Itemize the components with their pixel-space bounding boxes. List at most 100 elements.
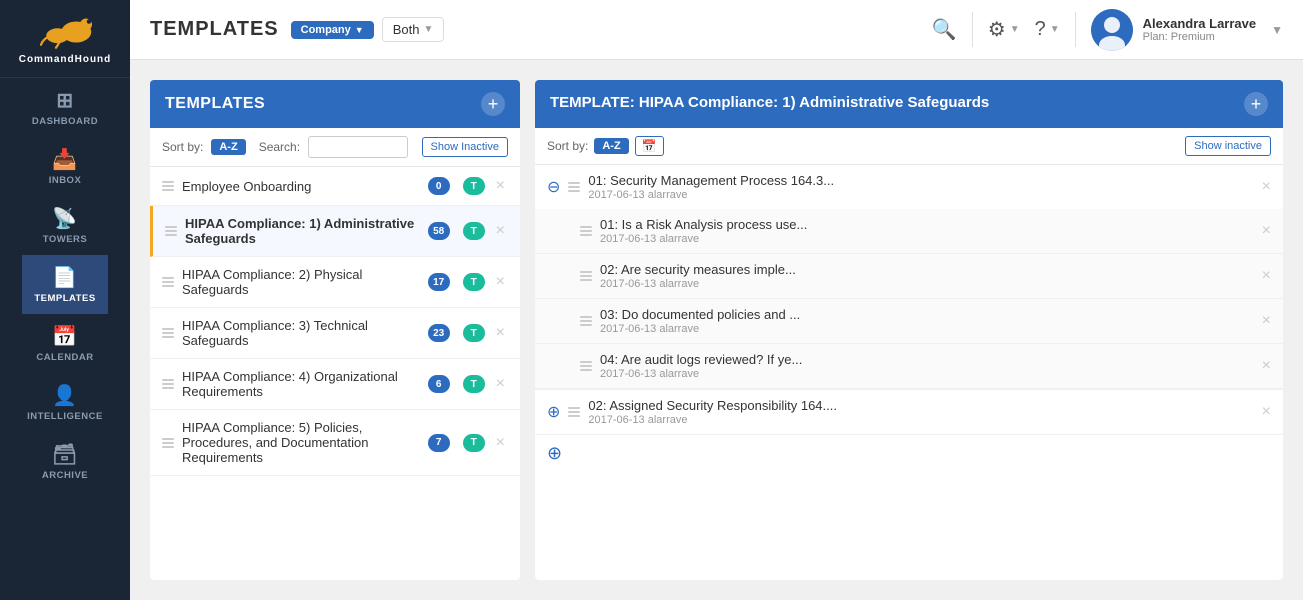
sub-drag-handle [580,361,592,371]
detail-section-header[interactable]: ⊕02: Assigned Security Responsibility 16… [535,390,1283,434]
help-icon: ? [1035,18,1046,41]
page-title: TEMPLATES [150,18,279,41]
settings-button[interactable]: ⚙ ▼ [988,17,1020,42]
sub-item-meta: 2017-06-13 alarrave [600,323,1254,335]
templates-add-button[interactable]: + [481,92,505,116]
detail-sub-item[interactable]: 02: Are security measures imple...2017-0… [535,254,1283,299]
detail-add-button[interactable]: + [1244,92,1268,116]
user-plan: Plan: Premium [1143,31,1256,43]
detail-section-content: 01: Security Management Process 164.3...… [588,173,1253,201]
avatar [1091,9,1133,51]
detail-sub-item[interactable]: 03: Do documented policies and ...2017-0… [535,299,1283,344]
search-button[interactable]: 🔍 [932,17,957,42]
detail-section-close[interactable]: × [1262,178,1271,196]
sub-item-meta: 2017-06-13 alarrave [600,368,1254,380]
detail-section-close[interactable]: × [1262,403,1271,421]
detail-panel: TEMPLATE: HIPAA Compliance: 1) Administr… [535,80,1283,580]
detail-section: ⊖ 01: Security Management Process 164.3..… [535,165,1283,390]
both-selector[interactable]: Both ▼ [382,17,445,42]
template-list-item[interactable]: HIPAA Compliance: 2) Physical Safeguards… [150,257,520,308]
sort-by-label: Sort by: [162,140,203,154]
sidebar-item-label-templates: TEMPLATES [34,293,95,304]
drag-handle [162,181,174,191]
sub-item-title: 03: Do documented policies and ... [600,307,1254,322]
detail-calendar-sort-button[interactable]: 📅 [635,136,664,156]
inbox-icon: 📥 [52,147,77,172]
template-badge-count: 6 [428,375,450,393]
template-item-close[interactable]: × [493,177,508,195]
expand-button[interactable]: ⊖ [547,177,560,197]
sub-item-title: 02: Are security measures imple... [600,262,1254,277]
sub-item-content: 04: Are audit logs reviewed? If ye...201… [600,352,1254,380]
user-dropdown-arrow: ▼ [1271,23,1283,37]
search-label: Search: [259,140,300,154]
both-arrow: ▼ [423,24,433,35]
sidebar-item-archive[interactable]: 🗃 ARCHIVE [22,432,108,491]
template-list-item[interactable]: HIPAA Compliance: 5) Policies, Procedure… [150,410,520,476]
search-input[interactable] [308,136,408,158]
detail-section-header[interactable]: ⊖ 01: Security Management Process 164.3..… [535,165,1283,209]
drag-handle [568,182,580,192]
template-list-item[interactable]: HIPAA Compliance: 1) Administrative Safe… [150,206,520,257]
expand-button[interactable]: ⊕ [547,402,560,422]
template-badge-count: 0 [428,177,450,195]
help-button[interactable]: ? ▼ [1035,18,1060,41]
show-inactive-button[interactable]: Show Inactive [422,137,508,157]
template-list-item[interactable]: HIPAA Compliance: 4) Organizational Requ… [150,359,520,410]
user-info: Alexandra Larrave Plan: Premium [1143,16,1256,43]
templates-icon: 📄 [52,265,77,290]
user-area[interactable]: Alexandra Larrave Plan: Premium ▼ [1091,9,1283,51]
template-badge-count: 7 [428,434,450,452]
template-item-name: HIPAA Compliance: 5) Policies, Procedure… [182,420,415,465]
content-area: TEMPLATES + Sort by: A-Z Search: Show In… [130,60,1303,600]
sidebar-item-templates[interactable]: 📄 TEMPLATES [22,255,108,314]
detail-panel-title: TEMPLATE: HIPAA Compliance: 1) Administr… [550,92,989,113]
detail-sub-item[interactable]: 04: Are audit logs reviewed? If ye...201… [535,344,1283,389]
templates-toolbar: Sort by: A-Z Search: Show Inactive [150,128,520,167]
sub-item-close[interactable]: × [1262,267,1271,285]
template-item-name: HIPAA Compliance: 2) Physical Safeguards [182,267,415,297]
divider-2 [1075,12,1076,47]
template-badge-type: T [463,324,485,342]
company-badge[interactable]: Company ▼ [291,21,374,39]
company-badge-arrow: ▼ [355,25,364,35]
main-area: TEMPLATES Company ▼ Both ▼ 🔍 ⚙ ▼ ? ▼ [130,0,1303,600]
sub-item-content: 03: Do documented policies and ...2017-0… [600,307,1254,335]
sidebar-item-dashboard[interactable]: ⊞ DASHBOARD [22,78,108,137]
logo-text: CommandHound [19,54,112,65]
templates-list: Employee Onboarding0T× HIPAA Compliance: … [150,167,520,580]
template-badge-count: 17 [428,273,450,291]
template-item-close[interactable]: × [493,324,508,342]
calendar-sort-icon: 📅 [642,139,657,153]
towers-icon: 📡 [52,206,77,231]
template-item-name: HIPAA Compliance: 1) Administrative Safe… [185,216,415,246]
template-item-close[interactable]: × [493,434,508,452]
logo-icon [35,12,95,52]
sub-item-close[interactable]: × [1262,357,1271,375]
template-item-close[interactable]: × [493,222,508,240]
detail-show-inactive-button[interactable]: Show inactive [1185,136,1271,156]
sort-az-button[interactable]: A-Z [211,139,245,155]
sidebar: CommandHound ⊞ DASHBOARD 📥 INBOX 📡 TOWER… [0,0,130,600]
sidebar-item-label-towers: TOWERS [43,234,88,245]
sub-item-close[interactable]: × [1262,222,1271,240]
user-name: Alexandra Larrave [1143,16,1256,31]
template-list-item[interactable]: Employee Onboarding0T× [150,167,520,206]
sub-item-content: 02: Are security measures imple...2017-0… [600,262,1254,290]
sidebar-item-inbox[interactable]: 📥 INBOX [22,137,108,196]
template-list-item[interactable]: HIPAA Compliance: 3) Technical Safeguard… [150,308,520,359]
template-item-close[interactable]: × [493,273,508,291]
sidebar-item-intelligence[interactable]: 👤 INTELLIGENCE [22,373,108,432]
sub-item-close[interactable]: × [1262,312,1271,330]
drag-handle [162,379,174,389]
detail-add-item-button[interactable]: ⊕ [535,435,1283,472]
template-item-name: HIPAA Compliance: 3) Technical Safeguard… [182,318,415,348]
detail-sub-item[interactable]: 01: Is a Risk Analysis process use...201… [535,209,1283,254]
detail-sort-az-button[interactable]: A-Z [594,138,628,154]
sub-drag-handle [580,226,592,236]
template-item-close[interactable]: × [493,375,508,393]
drag-handle [162,328,174,338]
template-badge-type: T [463,434,485,452]
sidebar-item-towers[interactable]: 📡 TOWERS [22,196,108,255]
sidebar-item-calendar[interactable]: 📅 CALENDAR [22,314,108,373]
